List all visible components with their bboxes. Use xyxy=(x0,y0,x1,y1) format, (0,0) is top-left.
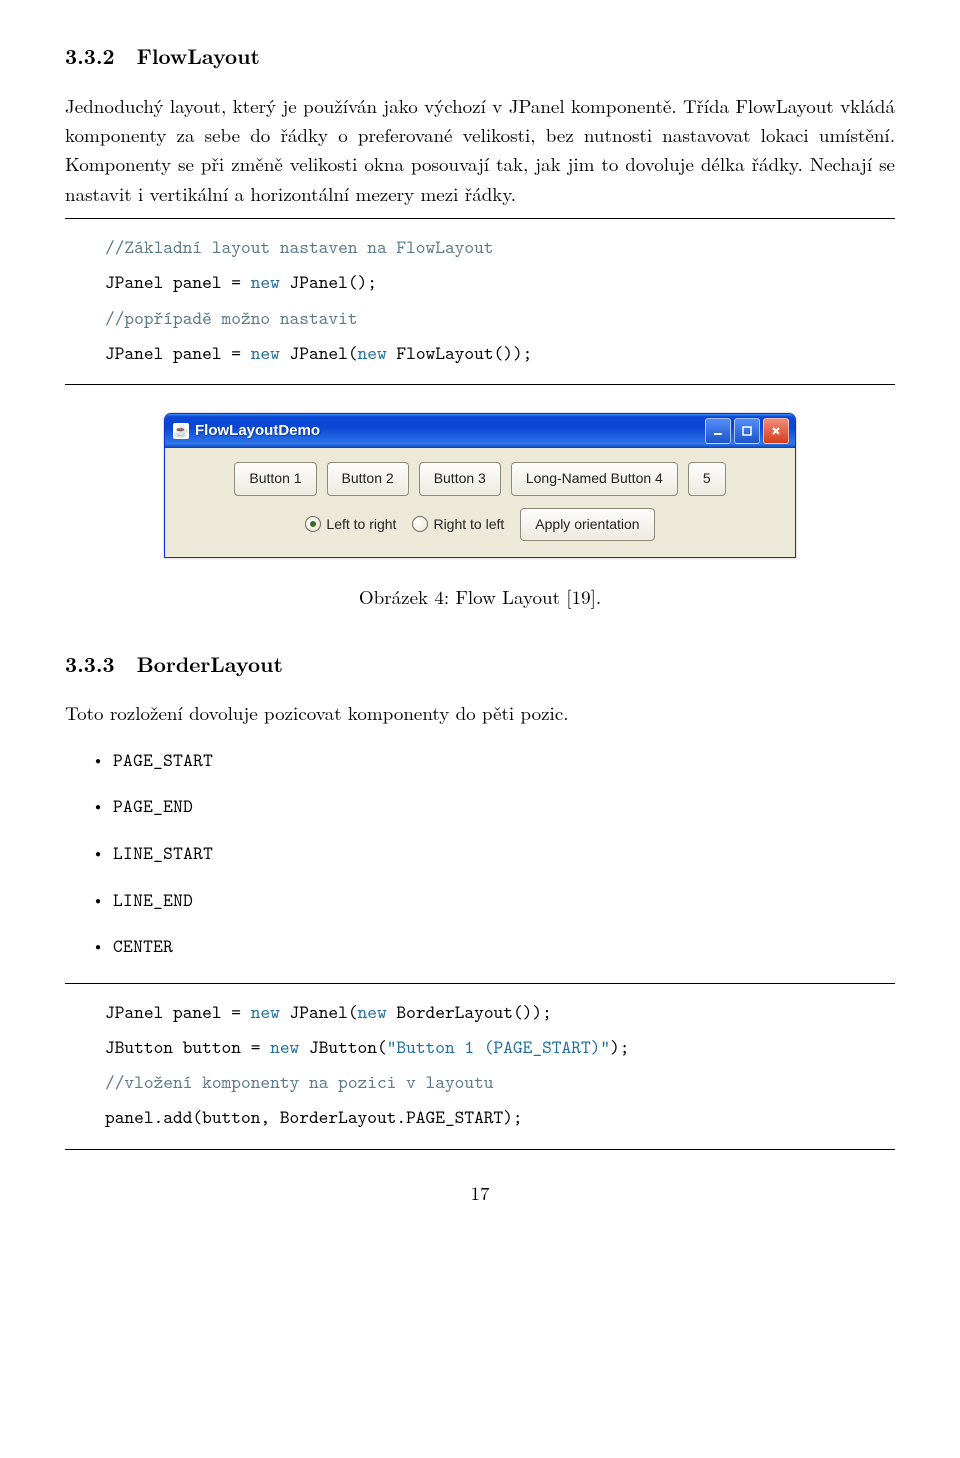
section-title: FlowLayout xyxy=(137,41,260,71)
button-5[interactable]: 5 xyxy=(688,462,726,496)
code-line: JButton button = new JButton("Button 1 (… xyxy=(65,1029,895,1064)
section-title: BorderLayout xyxy=(137,649,283,679)
code-comment: //Základní layout nastaven na FlowLayout xyxy=(65,229,895,264)
bullet-icon: ● xyxy=(95,753,101,769)
button-2[interactable]: Button 2 xyxy=(327,462,409,496)
radio-rtl[interactable]: Right to left xyxy=(412,514,504,536)
code-comment: //vložení komponenty na pozici v layoutu xyxy=(65,1064,895,1099)
maximize-icon[interactable] xyxy=(734,418,760,444)
button-3[interactable]: Button 3 xyxy=(419,462,501,496)
section-num: 3.3.2 xyxy=(65,41,115,71)
code-line: JPanel panel = new JPanel(); xyxy=(65,264,895,299)
figure-caption: Obrázek 4: Flow Layout [19]. xyxy=(65,582,895,611)
radio-icon xyxy=(305,516,321,532)
radio-label: Right to left xyxy=(433,514,504,536)
titlebar: ☕ FlowLayoutDemo xyxy=(165,414,795,448)
minimize-icon[interactable] xyxy=(705,418,731,444)
apply-button[interactable]: Apply orientation xyxy=(520,508,654,542)
close-icon[interactable] xyxy=(763,418,789,444)
paragraph-borderlayout: Toto rozložení dovoluje pozicovat kompon… xyxy=(65,698,895,727)
border-positions-list: ●PAGE_START ●PAGE_END ●LINE_START ●LINE_… xyxy=(65,746,895,961)
code-comment: //popřípadě možno nastavit xyxy=(65,300,895,335)
window-title: FlowLayoutDemo xyxy=(195,419,705,442)
code-block-borderlayout: JPanel panel = new JPanel(new BorderLayo… xyxy=(65,983,895,1150)
paragraph-flowlayout: Jednoduchý layout, který je používán jak… xyxy=(65,91,895,209)
section-num: 3.3.3 xyxy=(65,649,115,679)
radio-icon xyxy=(412,516,428,532)
radio-ltr[interactable]: Left to right xyxy=(305,514,396,536)
list-item: ●LINE_START xyxy=(65,839,895,868)
screenshot-window: ☕ FlowLayoutDemo Button 1 Button 2 Butto… xyxy=(164,413,796,558)
radio-row: Left to right Right to left Apply orient… xyxy=(175,508,785,542)
code-line: JPanel panel = new JPanel(new BorderLayo… xyxy=(65,994,895,1029)
code-line: panel.add(button, BorderLayout.PAGE_STAR… xyxy=(65,1099,895,1134)
button-4[interactable]: Long-Named Button 4 xyxy=(511,462,678,496)
section-heading-333: 3.3.3 BorderLayout xyxy=(65,648,895,681)
list-item: ●CENTER xyxy=(65,932,895,961)
section-heading-332: 3.3.2 FlowLayout xyxy=(65,40,895,73)
bullet-icon: ● xyxy=(95,893,101,909)
page-number: 17 xyxy=(65,1178,895,1207)
button-row: Button 1 Button 2 Button 3 Long-Named Bu… xyxy=(175,462,785,496)
code-line: JPanel panel = new JPanel(new FlowLayout… xyxy=(65,335,895,370)
bullet-icon: ● xyxy=(95,939,101,955)
button-1[interactable]: Button 1 xyxy=(234,462,316,496)
list-item: ●PAGE_START xyxy=(65,746,895,775)
list-item: ●LINE_END xyxy=(65,886,895,915)
radio-label: Left to right xyxy=(326,514,396,536)
code-block-flowlayout: //Základní layout nastaven na FlowLayout… xyxy=(65,218,895,385)
java-icon: ☕ xyxy=(173,423,189,439)
list-item: ●PAGE_END xyxy=(65,792,895,821)
bullet-icon: ● xyxy=(95,799,101,815)
window-body: Button 1 Button 2 Button 3 Long-Named Bu… xyxy=(165,448,795,557)
bullet-icon: ● xyxy=(95,846,101,862)
